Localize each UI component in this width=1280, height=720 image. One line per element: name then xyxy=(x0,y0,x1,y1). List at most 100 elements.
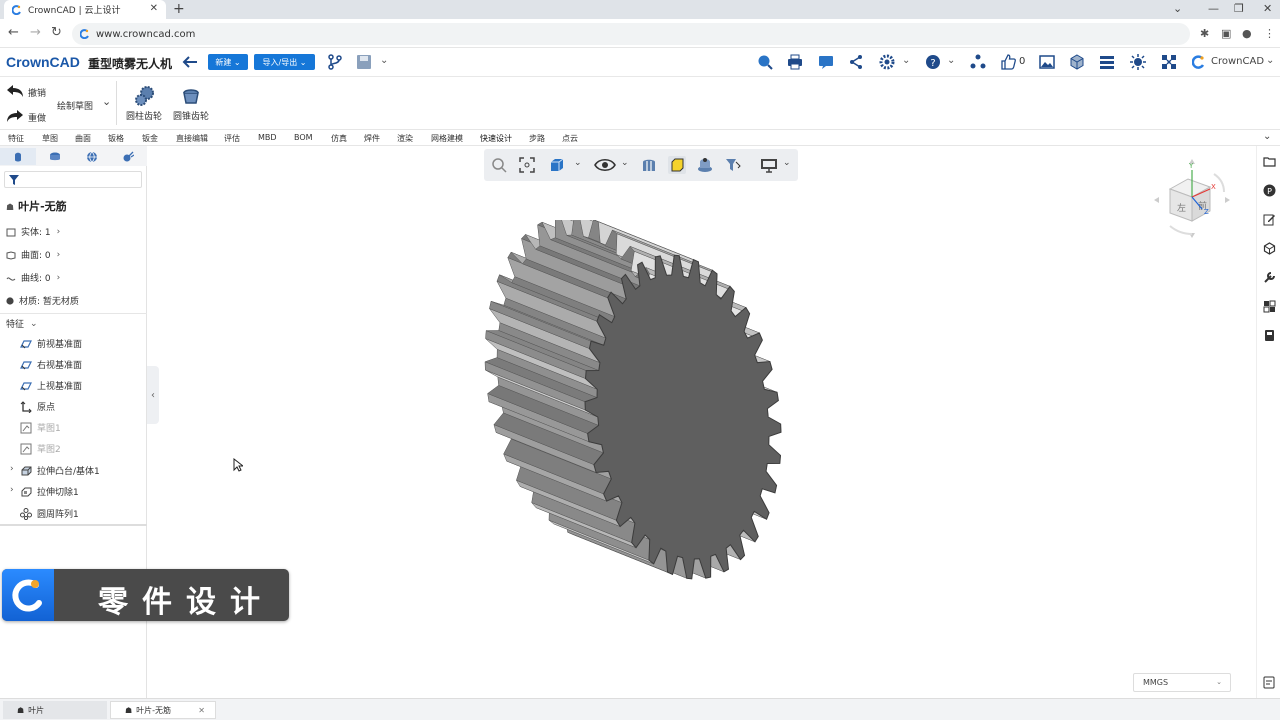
chevron-down-icon[interactable]: ⌄ xyxy=(1173,2,1182,15)
menu-item[interactable]: 渲染 xyxy=(397,133,413,144)
cube-icon[interactable] xyxy=(1263,242,1276,255)
notes-icon[interactable] xyxy=(1263,676,1276,689)
settings-icon[interactable] xyxy=(878,53,896,71)
search-icon[interactable] xyxy=(756,53,774,71)
image-icon[interactable] xyxy=(1038,53,1056,71)
cylindrical-gear-icon[interactable] xyxy=(134,85,156,107)
forward-icon[interactable]: → xyxy=(30,25,41,40)
menu-item[interactable]: 曲面 xyxy=(75,133,91,144)
folder-icon[interactable] xyxy=(1263,155,1276,168)
menu-item[interactable]: 步路 xyxy=(529,133,545,144)
wrench-icon[interactable] xyxy=(1263,271,1276,284)
library-icon[interactable] xyxy=(1263,329,1276,342)
sidepanel-icon[interactable]: ▣ xyxy=(1221,27,1231,40)
sun-icon[interactable] xyxy=(1129,53,1147,71)
tree-item-sketch2[interactable]: 草图2 xyxy=(20,442,61,455)
url-field[interactable]: www.crowncad.com xyxy=(72,23,1190,45)
display-monitor-icon[interactable] xyxy=(760,156,778,174)
sketch-dropdown-icon[interactable]: ⌄ xyxy=(102,95,111,108)
collapse-sidebar-button[interactable]: ‹ xyxy=(147,366,159,424)
tree-item-extrude-boss[interactable]: 拉伸凸台/基体1 xyxy=(20,464,100,477)
menu-item[interactable]: 特征 xyxy=(8,133,24,144)
cylindrical-gear-button[interactable]: 圆柱齿轮 xyxy=(126,109,162,122)
menu-item[interactable]: 快速设计 xyxy=(480,133,512,144)
plugin-p-icon[interactable]: P xyxy=(1263,184,1276,197)
features-header[interactable]: 特征 ⌄ xyxy=(6,317,38,331)
restore-icon[interactable]: ❐ xyxy=(1234,2,1244,15)
menu-item[interactable]: BOM xyxy=(294,133,313,142)
undo-icon[interactable] xyxy=(6,84,24,98)
tree-item-front-plane[interactable]: 前视基准面 xyxy=(20,337,82,350)
menu-item[interactable]: 草图 xyxy=(42,133,58,144)
tree-item-top-plane[interactable]: 上视基准面 xyxy=(20,379,82,392)
new-button[interactable]: 新建 ⌄ xyxy=(208,54,248,70)
appearance-palette-icon[interactable] xyxy=(1263,300,1276,313)
back-icon[interactable]: ← xyxy=(8,25,19,40)
menu-item[interactable]: 仿真 xyxy=(331,133,347,144)
save-icon[interactable] xyxy=(355,53,373,71)
shaded-display-icon[interactable] xyxy=(668,156,686,174)
menu-item[interactable]: 钣格 xyxy=(108,133,124,144)
branch-icon[interactable] xyxy=(326,53,344,71)
bevel-gear-icon[interactable] xyxy=(180,85,202,107)
material-item[interactable]: 材质: 暂无材质 xyxy=(6,294,79,307)
network-icon[interactable] xyxy=(1160,53,1178,71)
print-icon[interactable] xyxy=(786,53,804,71)
menu-item[interactable]: 网格建模 xyxy=(431,133,463,144)
draw-sketch-button[interactable]: 绘制草图 xyxy=(57,99,93,112)
gear-3d-model[interactable] xyxy=(440,220,830,620)
user-name[interactable]: CrownCAD xyxy=(1211,56,1264,67)
browser-tab[interactable]: CrownCAD | 云上设计 ✕ xyxy=(4,0,166,19)
tree-item-extrude-cut[interactable]: 拉伸切除1 xyxy=(20,485,79,498)
redo-button[interactable]: 重做 xyxy=(28,111,46,124)
expand-chevron-icon[interactable]: › xyxy=(10,464,14,474)
units-select[interactable]: MMGS ⌄ xyxy=(1133,673,1231,692)
help-icon[interactable]: ? xyxy=(924,53,942,71)
visibility-eye-icon[interactable] xyxy=(594,156,616,174)
close-tab-icon[interactable]: ✕ xyxy=(150,3,158,14)
tree-item-right-plane[interactable]: 右视基准面 xyxy=(20,358,82,371)
menu-item[interactable]: 钣金 xyxy=(142,133,158,144)
undo-button[interactable]: 撤销 xyxy=(28,86,46,99)
back-arrow-icon[interactable] xyxy=(181,53,199,71)
comment-icon[interactable] xyxy=(817,53,835,71)
tab-properties[interactable] xyxy=(37,148,73,165)
zoom-fit-icon[interactable] xyxy=(518,156,536,174)
tab-globe[interactable] xyxy=(74,148,110,165)
zoom-icon[interactable] xyxy=(490,156,508,174)
save-dropdown-icon[interactable]: ⌄ xyxy=(380,55,388,66)
surface-bodies-item[interactable]: 曲面: 0 › xyxy=(6,248,60,261)
expand-chevron-icon[interactable]: › xyxy=(10,485,14,495)
help-dropdown-icon[interactable]: ⌄ xyxy=(947,55,955,66)
tree-item-circular-pattern[interactable]: 圆周阵列1 xyxy=(20,507,79,520)
scene-brush-icon[interactable] xyxy=(724,156,742,174)
more-menu-icon[interactable]: ⋮ xyxy=(1264,27,1275,40)
view-orientation-icon[interactable] xyxy=(548,156,566,174)
bevel-gear-button[interactable]: 圆锥齿轮 xyxy=(173,109,209,122)
import-export-button[interactable]: 导入/导出 ⌄ xyxy=(254,54,315,70)
menu-item[interactable]: 点云 xyxy=(562,133,578,144)
rotate-left-icon[interactable] xyxy=(1154,197,1159,203)
view-orientation-dropdown-icon[interactable]: ⌄ xyxy=(574,158,582,168)
view-cube-navigator[interactable]: 左 前 Y X Z xyxy=(1152,156,1232,240)
reload-icon[interactable]: ↻ xyxy=(51,25,62,40)
section-view-icon[interactable] xyxy=(640,156,658,174)
tab-display[interactable] xyxy=(110,148,146,165)
appearance-icon[interactable] xyxy=(696,156,714,174)
doc-tab-active[interactable]: ☗ 叶片-无筋 ✕ xyxy=(110,701,216,719)
display-dropdown-icon[interactable]: ⌄ xyxy=(783,158,791,168)
user-dropdown-icon[interactable]: ⌄ xyxy=(1266,55,1274,66)
close-window-icon[interactable]: ✕ xyxy=(1263,2,1272,15)
menu-item[interactable]: 直接编辑 xyxy=(176,133,208,144)
minimize-icon[interactable]: — xyxy=(1208,2,1219,15)
curves-item[interactable]: 曲线: 0 › xyxy=(6,271,60,284)
layers-icon[interactable] xyxy=(1098,53,1116,71)
collapse-ribbon-icon[interactable]: ⌄ xyxy=(1263,131,1271,142)
like-icon[interactable] xyxy=(999,53,1017,71)
redo-icon[interactable] xyxy=(6,109,24,123)
menu-item[interactable]: 评估 xyxy=(224,133,240,144)
tree-item-sketch1[interactable]: 草图1 xyxy=(20,421,61,434)
menu-item[interactable]: MBD xyxy=(258,133,277,142)
tab-feature-tree[interactable] xyxy=(0,148,36,165)
profile-icon[interactable]: ● xyxy=(1242,27,1252,40)
